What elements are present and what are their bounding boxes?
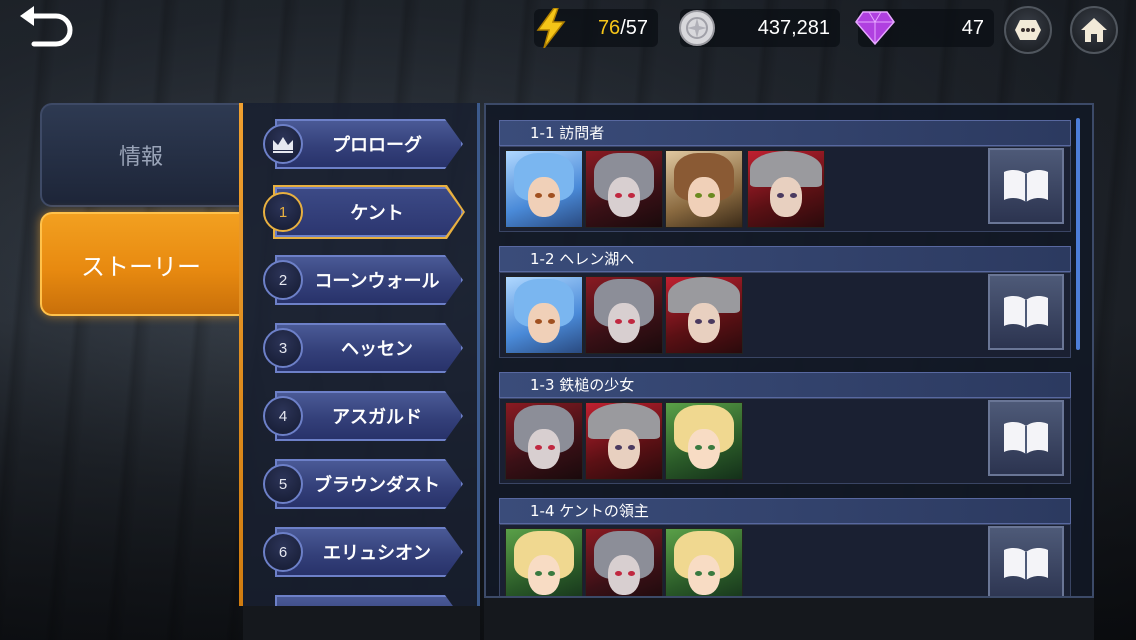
home-icon: [1081, 18, 1107, 42]
chapter-label: エリュシオン: [323, 543, 431, 564]
tab-info-label: 情報: [118, 145, 163, 170]
chapter-label: コーンウォール: [314, 271, 440, 292]
character-portrait: [505, 276, 583, 354]
tab-story-label: ストーリー: [81, 252, 201, 281]
chapter-label: ブラウンダスト: [314, 475, 440, 496]
back-arrow-icon: [20, 6, 73, 47]
chapter-number-badge: 5: [263, 464, 303, 504]
episode-title: 1-3 鉄槌の少女: [499, 372, 1071, 398]
episode-row[interactable]: 1-3 鉄槌の少女: [499, 372, 1071, 490]
crown-icon: [263, 124, 303, 164]
gem-value: 47: [961, 16, 984, 39]
chapter-label: ヘッセン: [341, 339, 413, 360]
energy-current: 76: [597, 16, 621, 39]
character-portrait: [747, 150, 825, 228]
silver-counter: 437,281: [679, 9, 840, 47]
chapter-number-badge: 6: [263, 532, 303, 572]
episode-row[interactable]: 1-1 訪問者: [499, 120, 1071, 238]
back-button[interactable]: [14, 4, 78, 54]
chapter-clip-mask: [243, 606, 480, 640]
episode-row[interactable]: 1-2 ヘレン湖へ: [499, 246, 1071, 364]
chapter-number-badge: 2: [263, 260, 303, 300]
episode-title: 1-1 訪問者: [499, 120, 1071, 146]
character-portrait: [665, 528, 743, 606]
chat-button[interactable]: [1004, 6, 1052, 54]
character-portrait: [585, 402, 663, 480]
character-portrait: [505, 150, 583, 228]
read-story-button[interactable]: [988, 400, 1064, 476]
book-icon: [1004, 296, 1048, 328]
silver-value: 437,281: [757, 16, 830, 39]
energy-max: /57: [620, 16, 648, 39]
gem-icon: [852, 5, 898, 51]
episode-clip-mask: [484, 598, 1094, 640]
chapter-list[interactable]: プロローグ 1 ケント 2 コーンウォール 3 ヘッセン 4 アスガルド 5 ブ…: [243, 103, 480, 606]
character-portrait: [505, 528, 583, 606]
read-story-button[interactable]: [988, 274, 1064, 350]
chapter-item-1[interactable]: 1 ケント: [263, 185, 463, 239]
gem-counter: 47: [855, 9, 994, 47]
read-story-button[interactable]: [988, 526, 1064, 602]
chat-icon: [1015, 20, 1041, 40]
chapter-item-2[interactable]: 2 コーンウォール: [263, 253, 463, 307]
chapter-item-next[interactable]: [263, 593, 463, 606]
character-portrait: [505, 402, 583, 480]
home-button[interactable]: [1070, 6, 1118, 54]
character-portrait: [585, 150, 663, 228]
tab-info[interactable]: 情報: [40, 103, 240, 207]
character-portrait: [665, 150, 743, 228]
character-portrait: [585, 276, 663, 354]
chapter-label: プロローグ: [332, 135, 422, 156]
silver-coin-icon: [674, 5, 720, 51]
chapter-item-5[interactable]: 5 ブラウンダスト: [263, 457, 463, 511]
chapter-item-3[interactable]: 3 ヘッセン: [263, 321, 463, 375]
episode-scrollbar[interactable]: [1076, 118, 1080, 350]
chapter-item-6[interactable]: 6 エリュシオン: [263, 525, 463, 579]
energy-counter: 76/57: [534, 8, 658, 48]
episode-title: 1-2 ヘレン湖へ: [499, 246, 1071, 272]
episode-title: 1-4 ケントの領主: [499, 498, 1071, 524]
tab-story[interactable]: ストーリー: [40, 212, 240, 316]
episode-panel-bottom-border: [484, 596, 1094, 598]
chapter-number-badge: 1: [263, 192, 303, 232]
chapter-item-4[interactable]: 4 アスガルド: [263, 389, 463, 443]
chapter-number-badge: 3: [263, 328, 303, 368]
book-icon: [1004, 548, 1048, 580]
book-icon: [1004, 170, 1048, 202]
chapter-label: アスガルド: [332, 407, 422, 428]
chapter-label: ケント: [350, 203, 404, 224]
character-portrait: [585, 528, 663, 606]
lightning-icon: [528, 5, 574, 51]
read-story-button[interactable]: [988, 148, 1064, 224]
chapter-item-prologue[interactable]: プロローグ: [263, 117, 463, 171]
character-portrait: [665, 402, 743, 480]
book-icon: [1004, 422, 1048, 454]
chapter-number-badge: 4: [263, 396, 303, 436]
character-portrait: [665, 276, 743, 354]
